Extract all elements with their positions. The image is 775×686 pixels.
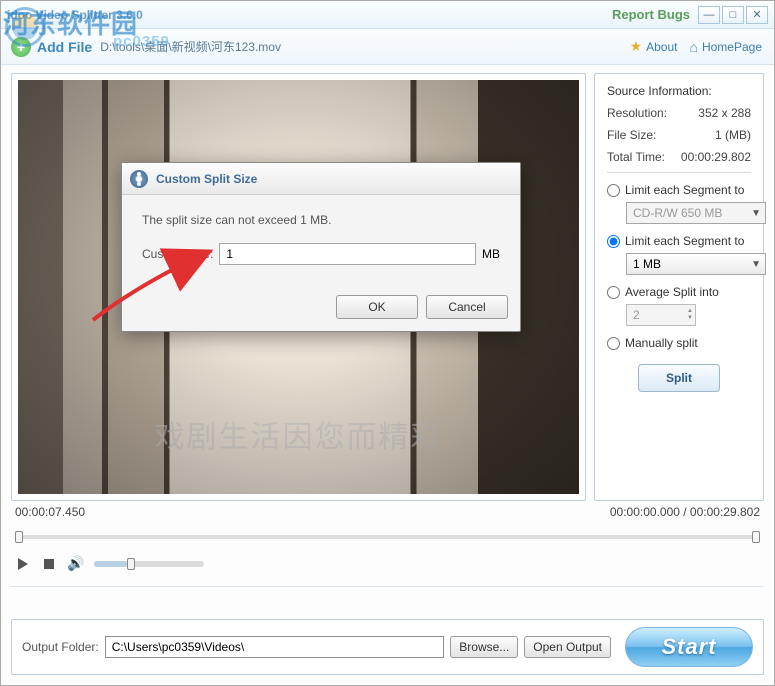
video-panel: 戏剧生活因您而精彩 Custom Split Size The split si…: [11, 73, 586, 501]
bottom-bar: Output Folder: Browse... Open Output Sta…: [11, 619, 764, 675]
resolution-value: 352 x 288: [698, 106, 751, 120]
custom-size-unit: MB: [482, 247, 500, 261]
manual-label: Manually split: [625, 336, 698, 350]
limit-mb-value: 1 MB: [633, 257, 661, 271]
report-bugs-link[interactable]: Report Bugs: [612, 7, 690, 22]
radio-manual[interactable]: [607, 337, 620, 350]
maximize-button[interactable]: □: [722, 6, 744, 24]
limit-mb-combo[interactable]: 1 MB ▼: [626, 253, 766, 275]
filesize-value: 1 (MB): [715, 128, 751, 142]
time-bar: 00:00:07.450 00:00:00.000 / 00:00:29.802: [1, 501, 774, 519]
minimize-button[interactable]: —: [698, 6, 720, 24]
add-file-label: Add File: [37, 39, 92, 55]
about-link[interactable]: ★ About: [630, 38, 678, 55]
playback-controls: 🔊: [1, 541, 774, 572]
output-folder-input[interactable]: [105, 636, 445, 658]
film-reel-icon: [130, 170, 148, 188]
split-button[interactable]: Split: [638, 364, 720, 392]
output-folder-label: Output Folder:: [22, 640, 99, 654]
average-spinner[interactable]: 2 ▲▼: [626, 304, 696, 326]
totaltime-value: 00:00:29.802: [681, 150, 751, 164]
resolution-label: Resolution:: [607, 106, 667, 120]
seek-thumb-start[interactable]: [15, 531, 23, 543]
star-icon: ★: [630, 38, 643, 55]
totaltime-label: Total Time:: [607, 150, 665, 164]
divider: [11, 586, 764, 587]
chevron-down-icon: ▼: [751, 259, 761, 270]
video-subtitle: 戏剧生活因您而精彩: [155, 412, 443, 456]
current-time: 00:00:07.450: [15, 505, 85, 519]
limit-mb-label: Limit each Segment to: [625, 234, 744, 248]
radio-limit-mb[interactable]: [607, 235, 620, 248]
stop-button[interactable]: [41, 556, 57, 572]
seek-slider[interactable]: [15, 533, 760, 541]
time-range: 00:00:00.000 / 00:00:29.802: [610, 505, 760, 519]
custom-size-input[interactable]: [219, 243, 476, 265]
home-icon: ⌂: [689, 39, 697, 55]
play-button[interactable]: [15, 556, 31, 572]
dialog-titlebar: Custom Split Size: [122, 163, 520, 195]
add-file-button[interactable]: + Add File: [11, 37, 92, 57]
chevron-down-icon: ▼: [751, 208, 761, 219]
dialog-message: The split size can not exceed 1 MB.: [142, 213, 500, 227]
titlebar: idoo Video Splitter 3.6.0 Report Bugs — …: [1, 1, 774, 29]
volume-slider[interactable]: [94, 561, 204, 567]
radio-limit-cd[interactable]: [607, 184, 620, 197]
file-path-label: D:\tools\桌面\新视频\河东123.mov: [100, 38, 281, 55]
filesize-label: File Size:: [607, 128, 656, 142]
dialog-title: Custom Split Size: [156, 172, 257, 186]
window-title: idoo Video Splitter 3.6.0: [7, 8, 143, 22]
start-button[interactable]: Start: [625, 627, 753, 667]
toolbar: + Add File D:\tools\桌面\新视频\河东123.mov ★ A…: [1, 29, 774, 65]
close-button[interactable]: ✕: [746, 6, 768, 24]
volume-thumb[interactable]: [127, 558, 135, 570]
plus-icon: +: [11, 37, 31, 57]
custom-size-label: Custom Size:: [142, 247, 213, 261]
custom-split-dialog: Custom Split Size The split size can not…: [121, 162, 521, 332]
cancel-button[interactable]: Cancel: [426, 295, 508, 319]
radio-average[interactable]: [607, 286, 620, 299]
homepage-link[interactable]: ⌂ HomePage: [689, 39, 762, 55]
option-limit-mb[interactable]: Limit each Segment to: [607, 234, 751, 248]
limit-cd-combo[interactable]: CD-R/W 650 MB ▼: [626, 202, 766, 224]
stop-icon: [44, 559, 54, 569]
browse-button[interactable]: Browse...: [450, 636, 518, 658]
limit-cd-label: Limit each Segment to: [625, 183, 744, 197]
seek-thumb-end[interactable]: [752, 531, 760, 543]
open-output-button[interactable]: Open Output: [524, 636, 611, 658]
average-value: 2: [633, 308, 640, 322]
ok-button[interactable]: OK: [336, 295, 418, 319]
volume-icon: 🔊: [67, 555, 84, 572]
spinner-arrows-icon: ▲▼: [687, 308, 693, 322]
about-label: About: [646, 40, 677, 54]
option-limit-cd[interactable]: Limit each Segment to: [607, 183, 751, 197]
homepage-label: HomePage: [702, 40, 762, 54]
side-panel: Source Information: Resolution: 352 x 288…: [594, 73, 764, 501]
average-label: Average Split into: [625, 285, 719, 299]
option-manual[interactable]: Manually split: [607, 336, 751, 350]
limit-cd-value: CD-R/W 650 MB: [633, 206, 722, 220]
video-preview[interactable]: 戏剧生活因您而精彩 Custom Split Size The split si…: [18, 80, 579, 494]
source-info-title: Source Information:: [607, 84, 751, 98]
option-average[interactable]: Average Split into: [607, 285, 751, 299]
play-icon: [17, 558, 29, 570]
